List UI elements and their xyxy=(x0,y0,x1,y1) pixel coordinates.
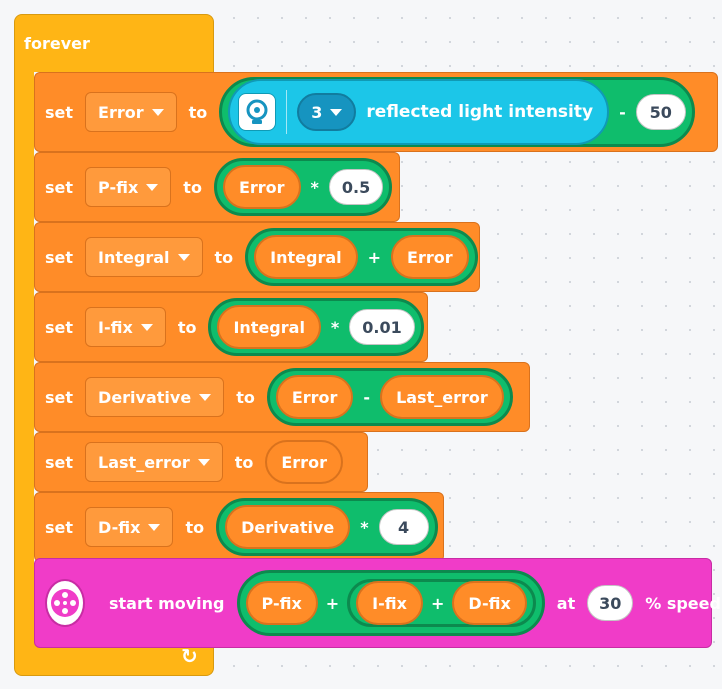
add-operator[interactable]: I-fix + D-fix xyxy=(347,579,536,627)
number-input[interactable]: 0.01 xyxy=(349,309,415,345)
variable-name: I-fix xyxy=(98,317,133,337)
multiply-operator[interactable]: Derivative * 4 xyxy=(216,498,438,556)
reporter-label: Error xyxy=(238,177,285,197)
reporter-label: Integral xyxy=(270,247,342,267)
chevron-down-icon xyxy=(151,108,164,116)
operator-symbol: * xyxy=(360,517,369,537)
set-pfix-block[interactable]: set P-fix to Error * 0.5 xyxy=(34,152,400,222)
variable-dropdown-integral[interactable]: Integral xyxy=(85,237,203,277)
set-integral-block[interactable]: set Integral to Integral + Error xyxy=(34,222,480,292)
to-label: to xyxy=(234,452,254,472)
to-label: to xyxy=(183,177,202,197)
speed-suffix: % speed xyxy=(645,593,721,613)
operator-symbol: + xyxy=(325,593,340,613)
set-label: set xyxy=(45,387,74,407)
operator-symbol: * xyxy=(310,177,319,197)
port-value: 3 xyxy=(311,102,323,122)
separator xyxy=(286,90,288,134)
operator-symbol: - xyxy=(619,102,626,122)
set-error-block[interactable]: set Error to 3 reflected light intensity… xyxy=(34,72,718,152)
motor-pair-icon xyxy=(45,579,85,627)
variable-dropdown-pfix[interactable]: P-fix xyxy=(85,167,172,207)
reporter-label: Derivative xyxy=(241,517,335,537)
variable-dropdown-dfix[interactable]: D-fix xyxy=(85,507,174,547)
variable-reporter[interactable]: P-fix xyxy=(245,581,318,625)
set-label: set xyxy=(45,247,74,267)
reporter-label: P-fix xyxy=(261,593,302,613)
reflected-light-sensor-block[interactable]: 3 reflected light intensity xyxy=(228,79,610,145)
variable-reporter[interactable]: Error xyxy=(265,440,343,484)
variable-name: D-fix xyxy=(98,517,141,537)
variable-reporter[interactable]: Error xyxy=(222,165,301,209)
variable-name: Derivative xyxy=(98,387,192,407)
to-label: to xyxy=(236,387,255,407)
variable-dropdown-error[interactable]: Error xyxy=(85,92,177,132)
add-operator[interactable]: Integral + Error xyxy=(245,228,478,286)
at-label: at xyxy=(556,593,576,613)
set-label: set xyxy=(45,517,74,537)
set-last-error-block[interactable]: set Last_error to Error xyxy=(34,432,368,492)
start-moving-block[interactable]: start moving P-fix + I-fix + D-fix at 30… xyxy=(34,558,721,648)
variable-dropdown-last-error[interactable]: Last_error xyxy=(85,442,223,482)
variable-name: Integral xyxy=(98,247,170,267)
reporter-label: I-fix xyxy=(372,593,407,613)
set-derivative-block[interactable]: set Derivative to Error - Last_error xyxy=(34,362,530,432)
set-label: set xyxy=(45,317,74,337)
forever-block-arm xyxy=(14,70,34,630)
chevron-down-icon xyxy=(330,108,343,116)
set-ifix-block[interactable]: set I-fix to Integral * 0.01 xyxy=(34,292,428,362)
operator-symbol: + xyxy=(430,593,445,613)
to-label: to xyxy=(177,317,197,337)
speed-input[interactable]: 30 xyxy=(587,585,634,621)
subtract-operator[interactable]: Error - Last_error xyxy=(266,368,513,426)
operator-symbol: + xyxy=(367,247,382,267)
port-dropdown[interactable]: 3 xyxy=(297,93,357,131)
multiply-operator[interactable]: Error * 0.5 xyxy=(213,158,393,216)
set-dfix-block[interactable]: set D-fix to Derivative * 4 xyxy=(34,492,444,562)
variable-name: Last_error xyxy=(98,452,190,472)
variable-name: P-fix xyxy=(98,177,139,197)
to-label: to xyxy=(214,247,234,267)
number-input[interactable]: 50 xyxy=(635,94,686,130)
variable-reporter[interactable]: Derivative xyxy=(225,505,351,549)
chevron-down-icon xyxy=(177,253,190,261)
chevron-down-icon xyxy=(148,523,161,531)
operator-symbol: * xyxy=(330,317,340,337)
variable-dropdown-derivative[interactable]: Derivative xyxy=(85,377,225,417)
add-operator[interactable]: P-fix + I-fix + D-fix xyxy=(236,570,545,636)
number-input[interactable]: 4 xyxy=(378,509,429,545)
variable-reporter[interactable]: Error xyxy=(275,375,354,419)
light-sensor-icon xyxy=(238,93,277,131)
operator-symbol: - xyxy=(363,387,371,407)
variable-reporter[interactable]: Integral xyxy=(254,235,358,279)
to-label: to xyxy=(185,517,205,537)
multiply-operator[interactable]: Integral * 0.01 xyxy=(208,298,424,356)
reporter-label: Integral xyxy=(233,317,305,337)
variable-reporter[interactable]: I-fix xyxy=(356,581,423,625)
subtract-operator[interactable]: 3 reflected light intensity - 50 xyxy=(219,77,695,147)
set-label: set xyxy=(45,452,74,472)
reporter-label: Last_error xyxy=(396,387,488,407)
reporter-label: Error xyxy=(281,452,327,472)
sensor-text: reflected light intensity xyxy=(366,102,594,122)
reporter-label: Error xyxy=(291,387,338,407)
variable-reporter[interactable]: Last_error xyxy=(380,375,504,419)
start-moving-label: start moving xyxy=(109,593,225,613)
variable-dropdown-ifix[interactable]: I-fix xyxy=(85,307,166,347)
reporter-label: D-fix xyxy=(468,593,511,613)
to-label: to xyxy=(188,102,208,122)
variable-reporter[interactable]: D-fix xyxy=(452,581,527,625)
variable-reporter[interactable]: Error xyxy=(391,235,469,279)
chevron-down-icon xyxy=(199,393,212,401)
forever-label: forever xyxy=(24,34,90,53)
number-input[interactable]: 0.5 xyxy=(328,169,384,205)
variable-name: Error xyxy=(98,102,144,122)
chevron-down-icon xyxy=(146,183,159,191)
reporter-label: Error xyxy=(407,247,453,267)
set-label: set xyxy=(45,177,74,197)
variable-reporter[interactable]: Integral xyxy=(217,305,321,349)
set-label: set xyxy=(45,102,74,122)
chevron-down-icon xyxy=(197,458,210,466)
chevron-down-icon xyxy=(140,323,153,331)
